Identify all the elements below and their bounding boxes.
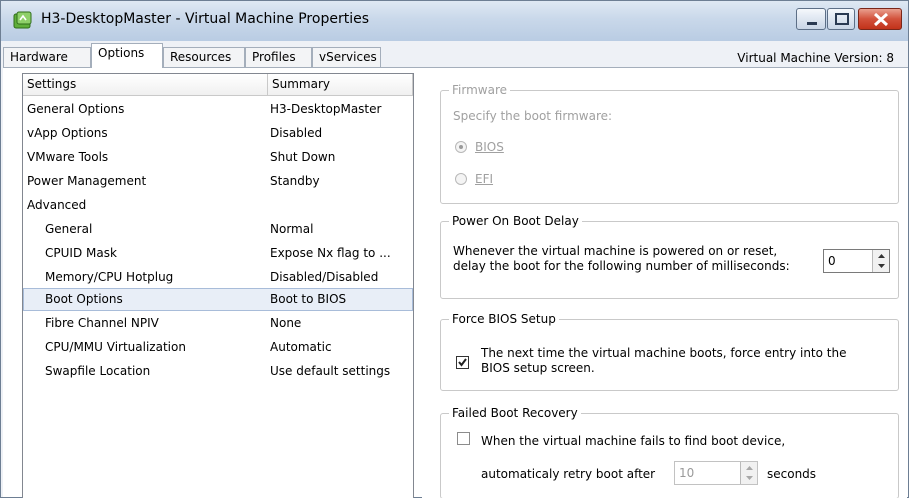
failed-boot-recovery-legend: Failed Boot Recovery <box>449 406 581 420</box>
checkmark-icon <box>458 358 467 367</box>
setting-summary: Disabled <box>270 126 323 140</box>
settings-row-general-options[interactable]: General Options H3-DesktopMaster <box>23 98 413 121</box>
bios-radio[interactable] <box>455 141 467 153</box>
settings-row-advanced[interactable]: Advanced <box>23 194 413 217</box>
power-on-boot-delay-group: Power On Boot Delay Whenever the virtual… <box>440 214 899 299</box>
setting-name: CPU/MMU Virtualization <box>45 340 186 354</box>
setting-name: CPUID Mask <box>45 246 117 260</box>
retry-boot-suffix: seconds <box>767 467 817 481</box>
boot-delay-value: 0 <box>828 254 836 268</box>
tab-profiles[interactable]: Profiles <box>245 47 312 67</box>
vm-version-label: Virtual Machine Version: 8 <box>737 51 894 65</box>
tab-vservices[interactable]: vServices <box>312 47 381 67</box>
power-on-boot-delay-legend: Power On Boot Delay <box>449 214 582 228</box>
setting-name: Memory/CPU Hotplug <box>45 270 174 284</box>
minimize-icon <box>807 22 817 25</box>
tab-hardware[interactable]: Hardware <box>3 47 91 67</box>
maximize-button[interactable] <box>827 8 855 30</box>
spinner-arrows[interactable] <box>740 462 757 484</box>
firmware-group: Firmware Specify the boot firmware: BIOS… <box>440 83 899 204</box>
retry-delay-value: 10 <box>679 466 695 480</box>
settings-row-vapp-options[interactable]: vApp Options Disabled <box>23 122 413 145</box>
setting-name: General <box>45 222 93 236</box>
setting-name: Advanced <box>27 198 87 212</box>
list-header: Settings Summary <box>23 74 413 96</box>
setting-name: VMware Tools <box>27 150 109 164</box>
tab-resources-label: Resources <box>170 50 232 64</box>
retry-boot-checkbox[interactable] <box>457 432 470 445</box>
firmware-legend: Firmware <box>449 83 510 97</box>
setting-summary: Disabled/Disabled <box>270 270 379 284</box>
spinner-up-down-icon <box>878 254 885 268</box>
title-bar[interactable]: H3-DesktopMaster - Virtual Machine Prope… <box>1 1 908 41</box>
radio-selected-dot <box>459 145 463 149</box>
setting-summary: Normal <box>270 222 314 236</box>
setting-summary: Shut Down <box>270 150 336 164</box>
settings-row-memory-cpu-hotplug[interactable]: Memory/CPU Hotplug Disabled/Disabled <box>23 266 413 289</box>
spinner-up-down-icon <box>746 466 753 480</box>
setting-summary: H3-DesktopMaster <box>270 102 382 116</box>
force-bios-setup-legend: Force BIOS Setup <box>449 312 559 326</box>
retry-delay-spinner[interactable]: 10 <box>674 461 758 485</box>
settings-row-general[interactable]: General Normal <box>23 218 413 241</box>
setting-summary: Use default settings <box>270 364 391 378</box>
column-settings-label: Settings <box>27 77 77 91</box>
settings-row-cpuid-mask[interactable]: CPUID Mask Expose Nx flag to ... <box>23 242 413 265</box>
force-bios-text-line2: BIOS setup screen. <box>481 361 595 375</box>
minimize-button[interactable] <box>796 8 826 30</box>
window-title: H3-DesktopMaster - Virtual Machine Prope… <box>41 11 369 27</box>
tab-options-label: Options <box>98 46 145 60</box>
close-button[interactable] <box>858 8 902 30</box>
firmware-prompt: Specify the boot firmware: <box>453 109 613 123</box>
close-icon <box>873 12 889 27</box>
tab-strip: Hardware Options Resources Profiles vSer… <box>3 43 908 68</box>
setting-name: Swapfile Location <box>45 364 151 378</box>
vm-icon <box>13 11 33 31</box>
retry-boot-prefix: automaticaly retry boot after <box>481 467 656 481</box>
boot-delay-spinner[interactable]: 0 <box>823 249 890 273</box>
settings-row-swapfile-location[interactable]: Swapfile Location Use default settings <box>23 360 413 383</box>
column-header-settings[interactable]: Settings <box>23 74 268 96</box>
column-header-summary[interactable]: Summary <box>268 74 413 96</box>
column-summary-label: Summary <box>272 77 330 91</box>
setting-name: Power Management <box>27 174 147 188</box>
setting-name: vApp Options <box>27 126 108 140</box>
bios-label: BIOS <box>475 140 504 154</box>
setting-summary: Expose Nx flag to ... <box>270 246 391 260</box>
force-bios-checkbox[interactable] <box>456 356 469 369</box>
failed-boot-text-line1: When the virtual machine fails to find b… <box>481 434 786 448</box>
tab-options[interactable]: Options <box>91 43 163 68</box>
settings-row-power-management[interactable]: Power Management Standby <box>23 170 413 193</box>
boot-options-pane: Firmware Specify the boot firmware: BIOS… <box>422 73 907 498</box>
failed-boot-recovery-group: Failed Boot Recovery When the virtual ma… <box>440 406 899 498</box>
settings-row-boot-options[interactable]: Boot Options Boot to BIOS <box>23 288 413 311</box>
setting-summary: None <box>270 316 302 330</box>
boot-delay-text-line2: delay the boot for the following number … <box>453 259 790 273</box>
tab-resources[interactable]: Resources <box>163 47 245 67</box>
tab-profiles-label: Profiles <box>252 50 296 64</box>
settings-list[interactable]: Settings Summary General Options H3-Desk… <box>22 73 414 498</box>
efi-radio[interactable] <box>455 173 467 185</box>
setting-name: Boot Options <box>45 292 123 306</box>
tab-hardware-label: Hardware <box>10 50 68 64</box>
force-bios-setup-group: Force BIOS Setup The next time the virtu… <box>440 312 899 391</box>
spinner-arrows[interactable] <box>872 250 889 272</box>
setting-name: General Options <box>27 102 125 116</box>
maximize-icon <box>835 13 849 25</box>
efi-label: EFI <box>475 172 494 186</box>
settings-row-cpu-mmu-virtualization[interactable]: CPU/MMU Virtualization Automatic <box>23 336 413 359</box>
force-bios-text-line1: The next time the virtual machine boots,… <box>481 346 847 360</box>
tab-vservices-label: vServices <box>319 50 377 64</box>
settings-row-fibre-channel-npiv[interactable]: Fibre Channel NPIV None <box>23 312 413 335</box>
setting-name: Fibre Channel NPIV <box>45 316 159 330</box>
boot-delay-text-line1: Whenever the virtual machine is powered … <box>453 244 778 258</box>
setting-summary: Boot to BIOS <box>270 292 347 306</box>
setting-summary: Automatic <box>270 340 332 354</box>
settings-row-vmware-tools[interactable]: VMware Tools Shut Down <box>23 146 413 169</box>
setting-summary: Standby <box>270 174 320 188</box>
